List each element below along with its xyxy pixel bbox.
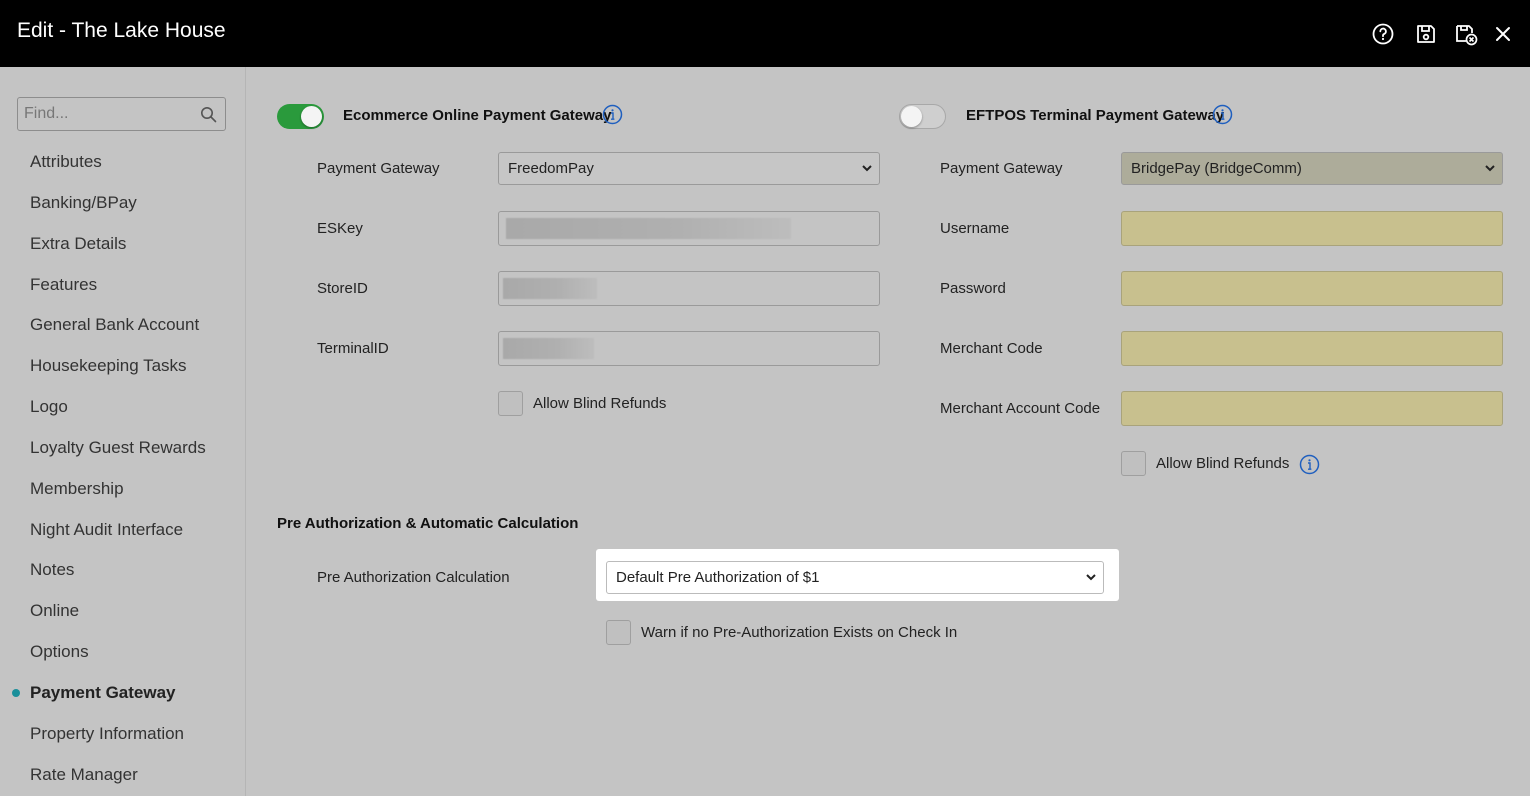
chevron-down-icon bbox=[1485, 165, 1495, 172]
chevron-down-icon bbox=[1086, 574, 1096, 581]
chevron-down-icon bbox=[862, 165, 872, 172]
title-bar: Edit - The Lake House bbox=[0, 0, 1530, 67]
ecommerce-section-title: Ecommerce Online Payment Gateway bbox=[343, 107, 612, 124]
sidebar: Attributes Banking/BPay Extra Details Fe… bbox=[0, 67, 246, 796]
sidebar-item-notes[interactable]: Notes bbox=[30, 560, 74, 580]
close-icon[interactable] bbox=[1491, 22, 1515, 46]
sidebar-item-extra-details[interactable]: Extra Details bbox=[30, 234, 126, 254]
toggle-knob bbox=[901, 106, 922, 127]
preauth-calculation-value: Default Pre Authorization of $1 bbox=[616, 569, 820, 586]
sidebar-item-rate-manager[interactable]: Rate Manager bbox=[30, 765, 138, 785]
eftpos-gateway-label: Payment Gateway bbox=[940, 160, 1063, 177]
sidebar-item-logo[interactable]: Logo bbox=[30, 397, 68, 417]
eftpos-gateway-value: BridgePay (BridgeComm) bbox=[1131, 160, 1302, 177]
sidebar-item-online[interactable]: Online bbox=[30, 601, 79, 621]
redacted-value bbox=[503, 338, 594, 359]
password-label: Password bbox=[940, 280, 1006, 297]
preauth-calculation-select[interactable]: Default Pre Authorization of $1 bbox=[606, 561, 1104, 594]
merchant-account-code-label: Merchant Account Code bbox=[940, 400, 1101, 417]
eftpos-info-icon[interactable] bbox=[1212, 104, 1233, 125]
eskey-label: ESKey bbox=[317, 220, 363, 237]
sidebar-item-features[interactable]: Features bbox=[30, 275, 97, 295]
warn-no-preauth-label: Warn if no Pre-Authorization Exists on C… bbox=[641, 624, 958, 641]
preauth-section-title: Pre Authorization & Automatic Calculatio… bbox=[277, 515, 579, 532]
sidebar-item-membership[interactable]: Membership bbox=[30, 479, 124, 499]
eftpos-gateway-toggle[interactable] bbox=[899, 104, 946, 129]
save-close-icon[interactable] bbox=[1454, 22, 1478, 46]
active-indicator-dot bbox=[12, 689, 20, 697]
eftpos-allow-blind-refunds-label: Allow Blind Refunds bbox=[1156, 455, 1290, 472]
sidebar-item-attributes[interactable]: Attributes bbox=[30, 152, 102, 172]
storeid-field[interactable] bbox=[498, 271, 880, 306]
sidebar-item-loyalty-guest-rewards[interactable]: Loyalty Guest Rewards bbox=[30, 438, 206, 458]
ecommerce-allow-blind-refunds-label: Allow Blind Refunds bbox=[533, 395, 667, 412]
username-field[interactable] bbox=[1121, 211, 1503, 246]
merchant-code-field[interactable] bbox=[1121, 331, 1503, 366]
sidebar-item-general-bank-account[interactable]: General Bank Account bbox=[30, 315, 199, 335]
warn-no-preauth-checkbox[interactable] bbox=[606, 620, 631, 645]
eftpos-allow-blind-refunds-checkbox[interactable] bbox=[1121, 451, 1146, 476]
storeid-label: StoreID bbox=[317, 280, 368, 297]
search-icon[interactable] bbox=[200, 106, 217, 123]
username-label: Username bbox=[940, 220, 1010, 237]
save-icon[interactable] bbox=[1414, 22, 1438, 46]
sidebar-item-property-information[interactable]: Property Information bbox=[30, 724, 184, 744]
merchant-code-label: Merchant Code bbox=[940, 340, 1043, 357]
search-box[interactable] bbox=[17, 97, 226, 131]
ecommerce-gateway-label: Payment Gateway bbox=[317, 160, 440, 177]
terminalid-label: TerminalID bbox=[317, 340, 389, 357]
sidebar-item-options[interactable]: Options bbox=[30, 642, 89, 662]
window-title: Edit - The Lake House bbox=[17, 19, 226, 42]
preauth-calculation-label: Pre Authorization Calculation bbox=[317, 569, 510, 586]
redacted-value bbox=[506, 218, 791, 239]
sidebar-item-banking-bpay[interactable]: Banking/BPay bbox=[30, 193, 137, 213]
search-input[interactable] bbox=[18, 98, 193, 130]
ecommerce-gateway-value: FreedomPay bbox=[508, 160, 594, 177]
ecommerce-gateway-toggle[interactable] bbox=[277, 104, 324, 129]
ecommerce-info-icon[interactable] bbox=[602, 104, 623, 125]
ecommerce-allow-blind-refunds-checkbox[interactable] bbox=[498, 391, 523, 416]
terminalid-field[interactable] bbox=[498, 331, 880, 366]
sidebar-item-housekeeping-tasks[interactable]: Housekeeping Tasks bbox=[30, 356, 187, 376]
sidebar-item-night-audit-interface[interactable]: Night Audit Interface bbox=[30, 520, 183, 540]
blind-refunds-info-icon[interactable] bbox=[1299, 454, 1320, 475]
eskey-field[interactable] bbox=[498, 211, 880, 246]
merchant-account-code-field[interactable] bbox=[1121, 391, 1503, 426]
eftpos-gateway-select[interactable]: BridgePay (BridgeComm) bbox=[1121, 152, 1503, 185]
eftpos-section-title: EFTPOS Terminal Payment Gateway bbox=[966, 107, 1225, 124]
ecommerce-gateway-select[interactable]: FreedomPay bbox=[498, 152, 880, 185]
password-field[interactable] bbox=[1121, 271, 1503, 306]
sidebar-item-payment-gateway[interactable]: Payment Gateway bbox=[30, 683, 176, 703]
toggle-knob bbox=[301, 106, 322, 127]
help-icon[interactable] bbox=[1371, 22, 1395, 46]
redacted-value bbox=[503, 278, 597, 299]
